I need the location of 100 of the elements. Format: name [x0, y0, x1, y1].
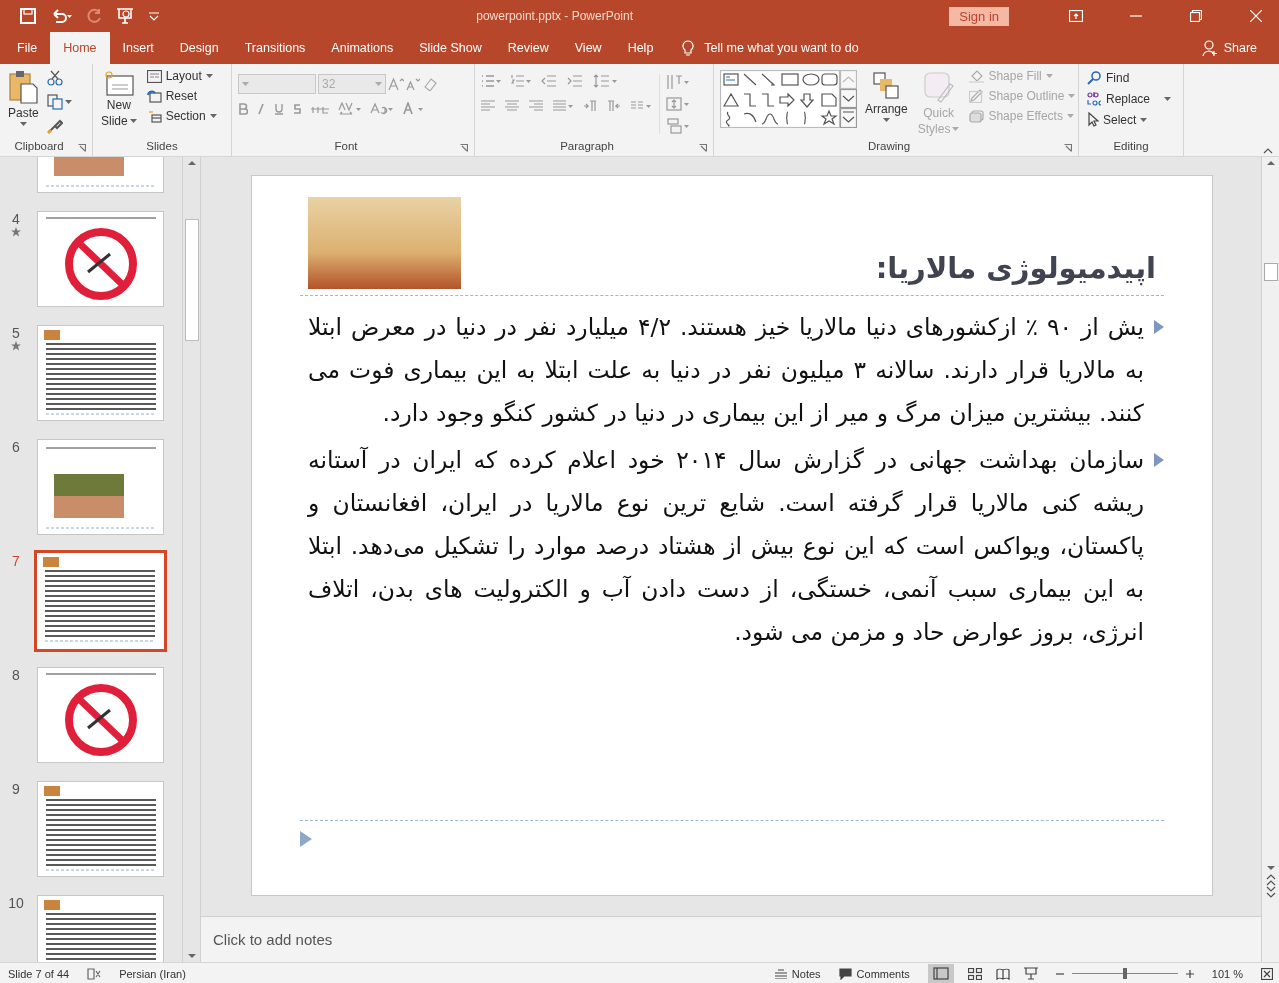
replace-button[interactable]: Replace [1085, 90, 1177, 107]
decrease-indent-icon[interactable] [541, 74, 557, 88]
language-status[interactable]: Persian (Iran) [119, 967, 186, 980]
shadow-icon[interactable] [292, 103, 302, 115]
scroll-down-icon[interactable] [840, 89, 857, 108]
slide-thumbnail[interactable] [37, 667, 164, 763]
zoom-slider-thumb[interactable] [1122, 968, 1127, 979]
layout-icon[interactable] [146, 69, 162, 83]
numbering-icon[interactable] [511, 74, 531, 88]
person-icon[interactable] [1201, 40, 1218, 56]
zoom-level[interactable]: 101 % [1211, 967, 1243, 980]
share-button[interactable]: Share [1223, 41, 1257, 55]
undo-icon[interactable] [50, 8, 72, 24]
italic-icon[interactable] [256, 103, 266, 115]
ribbon-tab[interactable]: Review [494, 32, 562, 64]
notes-icon[interactable] [774, 968, 787, 979]
right-to-left-icon[interactable] [607, 100, 621, 112]
line-spacing-icon[interactable] [593, 74, 617, 88]
ribbon-tab[interactable]: Slide Show [406, 32, 495, 64]
grow-font-icon[interactable] [388, 77, 404, 91]
redo-icon[interactable] [86, 8, 102, 24]
increase-indent-icon[interactable] [567, 74, 583, 88]
presentation-icon[interactable] [1023, 967, 1038, 980]
new-slide-button[interactable]: New Slide [99, 68, 139, 140]
ribbon-tab[interactable]: File [4, 32, 51, 64]
collapse-ribbon-icon[interactable] [1263, 148, 1273, 154]
caret-icon[interactable] [129, 119, 137, 123]
ribbon-tab[interactable]: Insert [109, 32, 167, 64]
scrollbar-thumb[interactable] [184, 219, 199, 341]
ribbon-tab[interactable]: Home [50, 32, 110, 64]
layout-button[interactable]: Layout [144, 68, 219, 84]
slide-thumbnail[interactable] [37, 211, 164, 307]
spelling-icon[interactable] [87, 967, 102, 980]
caret-icon[interactable] [1140, 117, 1148, 122]
dialog-launcher-icon[interactable] [78, 144, 86, 152]
ribbon-tab[interactable]: Help [614, 32, 667, 64]
ribbon-tab[interactable]: Transitions [231, 32, 319, 64]
slide-thumbnail[interactable] [37, 439, 164, 535]
lightbulb-icon[interactable] [682, 39, 695, 57]
paintbrush-icon[interactable] [46, 118, 63, 134]
reset-icon[interactable] [146, 89, 162, 103]
character-spacing-icon[interactable] [338, 102, 362, 116]
caret-icon[interactable] [1164, 96, 1172, 101]
dialog-launcher-icon[interactable] [699, 144, 707, 152]
speech-bubble-icon[interactable] [838, 967, 852, 980]
arrange-button[interactable]: Arrange [863, 68, 910, 140]
normal-view-icon[interactable] [927, 963, 954, 983]
bold-icon[interactable] [238, 103, 248, 115]
reset-button[interactable]: Reset [144, 88, 219, 104]
next-slide-icon[interactable] [1265, 886, 1276, 898]
underline-icon[interactable] [274, 103, 284, 115]
ribbon-display-icon[interactable] [1069, 10, 1083, 22]
more-shapes-icon[interactable] [840, 108, 857, 128]
ribbon-tab[interactable]: View [561, 32, 615, 64]
scissors-icon[interactable] [46, 70, 63, 86]
save-icon[interactable] [20, 8, 36, 24]
caret-icon[interactable] [205, 74, 213, 78]
caret-icon[interactable] [64, 100, 72, 104]
copy-icon[interactable] [46, 94, 63, 110]
shrink-font-icon[interactable] [406, 77, 420, 91]
section-button[interactable]: Section [144, 108, 219, 124]
shapes-gallery-icon[interactable] [720, 70, 840, 128]
caret-icon[interactable] [882, 118, 890, 122]
tell-me-field[interactable]: Tell me what you want to do [704, 41, 859, 55]
slide-thumbnail[interactable] [37, 325, 164, 421]
caret-icon[interactable] [209, 114, 217, 118]
ribbon-tab[interactable]: Design [166, 32, 232, 64]
section-icon[interactable] [146, 109, 162, 123]
dialog-launcher-icon[interactable] [1064, 144, 1072, 152]
find-button[interactable]: Find [1085, 70, 1177, 86]
change-case-icon[interactable] [370, 102, 394, 116]
customize-icon[interactable] [148, 11, 160, 21]
arrange-icon[interactable] [873, 72, 900, 100]
align-text-icon[interactable] [666, 96, 690, 112]
close-icon[interactable] [1250, 10, 1262, 22]
new-slide-icon[interactable] [103, 70, 134, 96]
dialog-launcher-icon[interactable] [460, 144, 468, 152]
zoom-in-icon[interactable] [1185, 969, 1194, 978]
clipboard-icon[interactable] [8, 70, 39, 104]
scrollbar-thumb[interactable] [1263, 263, 1278, 281]
notes-placeholder[interactable]: Click to add notes [213, 931, 333, 948]
font-color-icon[interactable] [402, 102, 424, 116]
cursor-icon[interactable] [1087, 112, 1099, 127]
slideshow-icon[interactable] [116, 7, 134, 25]
select-button[interactable]: Select [1085, 111, 1177, 128]
caret-icon[interactable] [19, 122, 27, 126]
previous-slide-icon[interactable] [1265, 874, 1276, 886]
sign-in-button[interactable]: Sign in [949, 6, 1009, 26]
slide-sorter-icon[interactable] [967, 967, 982, 980]
comments-button[interactable]: Comments [838, 967, 910, 980]
paste-button[interactable]: Paste [6, 68, 41, 140]
replace-icon[interactable] [1087, 91, 1102, 106]
fit-slide-icon[interactable] [1261, 967, 1273, 980]
smartart-icon[interactable] [666, 118, 690, 134]
left-to-right-icon[interactable] [583, 100, 597, 112]
slide-thumbnail[interactable] [34, 550, 167, 652]
search-icon[interactable] [1087, 71, 1102, 85]
restore-icon[interactable] [1190, 10, 1202, 22]
slide-thumbnail[interactable] [37, 781, 164, 877]
reading-view-icon[interactable] [995, 967, 1010, 980]
